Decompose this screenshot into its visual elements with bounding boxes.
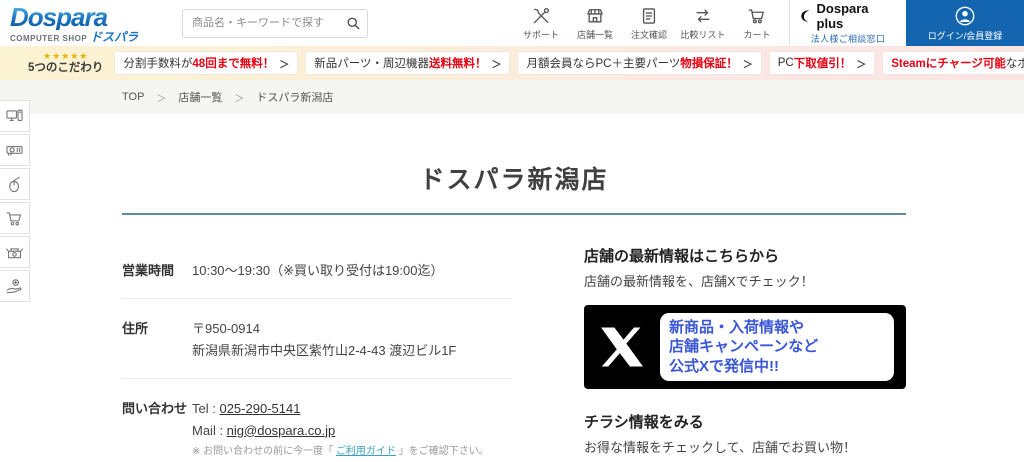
address-label: 住所	[122, 321, 149, 337]
sidebar-item-used[interactable]	[0, 236, 30, 268]
promo-pill-damage-warranty[interactable]: 月額会員ならPC＋主要パーツ 物損保証！＞	[517, 51, 762, 75]
sidebar-item-cart[interactable]	[0, 202, 30, 234]
compare-arrows-icon	[696, 9, 710, 23]
breadcrumb-store-list[interactable]: 店舗一覧	[178, 89, 222, 105]
logo-kana: ドスパラ	[90, 29, 139, 44]
news-subtext: 店舗の最新情報を、店舗Xでチェック！	[584, 274, 814, 289]
user-icon	[955, 6, 975, 25]
address-value: 〒950-0914 新潟県新潟市中央区紫竹山2-4-43 渡辺ビル1F	[192, 318, 456, 361]
five-kodawari[interactable]: ★★★★★ 5つのこだわり	[28, 50, 103, 75]
info-row-hours: 営業時間 10:30〜19:30（※買い取り受付は19:00迄）	[122, 241, 512, 300]
tools-icon	[533, 7, 550, 23]
contact-label: 問い合わせ	[122, 401, 188, 417]
login-button[interactable]: ログイン/会員登録	[906, 0, 1024, 46]
logo-subtitle: COMPUTER SHOP	[10, 33, 88, 43]
usage-guide-link[interactable]: ご利用ガイド	[336, 446, 396, 457]
store-page: ドスパラ新潟店 営業時間 10:30〜19:30（※買い取り受付は19:00迄）…	[0, 114, 1024, 462]
unboxing-icon	[6, 247, 23, 258]
promo-pill-steam-points[interactable]: Steamにチャージ可能なポイント！＞	[882, 51, 1024, 75]
sidebar-item-pc[interactable]	[0, 100, 30, 132]
hours-label: 営業時間	[122, 263, 175, 278]
contact-note: ※ お問い合わせの前に今一度「 ご利用ガイド 」をご確認下さい。	[192, 446, 489, 458]
cart-icon	[748, 9, 764, 23]
breadcrumb: TOP ＞ 店舗一覧 ＞ ドスパラ新潟店	[0, 80, 1024, 114]
x-banner-text: 新商品・入荷情報や 店舗キャンペーンなど 公式Xで発信中!!	[660, 312, 894, 382]
contact-value: Tel : 025-290-5141 Mail : nig@dospara.co…	[192, 398, 489, 460]
search-box	[182, 8, 368, 38]
hours-value: 10:30〜19:30（※買い取り受付は19:00迄）	[192, 263, 444, 278]
dospara-logo[interactable]: Dospara COMPUTER SHOP ドスパラ	[10, 4, 168, 43]
news-heading: 店舗の最新情報はこちらから	[584, 248, 780, 265]
document-icon	[642, 7, 656, 24]
logo-brand: Dospara	[10, 4, 168, 30]
graphics-card-icon	[6, 145, 23, 156]
chevron-right-icon: ＞	[742, 59, 753, 71]
mouse-icon	[9, 176, 20, 192]
breadcrumb-current: ドスパラ新潟店	[256, 92, 334, 104]
desktop-pc-icon	[6, 109, 23, 121]
trade-in-icon	[6, 278, 22, 293]
promo-pill-trade-in[interactable]: PC 下取値引！＞	[768, 51, 876, 75]
x-logo-icon	[601, 327, 643, 367]
dospara-plus-icon	[801, 10, 810, 22]
dospara-plus-link[interactable]: Dospara plus 法人様ご相談窓口	[800, 1, 896, 45]
sidebar-item-buyback[interactable]	[0, 270, 30, 302]
store-news: 店舗の最新情報はこちらから 店舗の最新情報を、店舗Xでチェック！ 新商品・入荷情…	[584, 241, 906, 462]
title-underline	[122, 213, 906, 215]
search-input[interactable]	[182, 8, 368, 38]
site-header: Dospara COMPUTER SHOP ドスパラ サポート 店舗一覧 注文確…	[0, 0, 1024, 46]
page-title: ドスパラ新潟店	[419, 166, 609, 194]
nav-cart[interactable]: カート	[733, 6, 781, 41]
cart-icon	[6, 211, 21, 225]
tel-prefix: Tel :	[192, 401, 220, 417]
info-row-address: 住所 〒950-0914 新潟県新潟市中央区紫竹山2-4-43 渡辺ビル1F	[122, 299, 512, 380]
promo-pill-free-shipping[interactable]: 新品パーツ・周辺機器 送料無料！＞	[305, 51, 511, 75]
chevron-right-icon: ＞	[491, 59, 502, 71]
nav-support[interactable]: サポート	[517, 6, 565, 41]
x-banner[interactable]: 新商品・入荷情報や 店舗キャンペーンなど 公式Xで発信中!!	[584, 305, 906, 389]
store-info: 営業時間 10:30〜19:30（※買い取り受付は19:00迄） 住所 〒950…	[122, 241, 512, 462]
promo-bar: ★★★★★ 5つのこだわり 分割手数料が 48回まで無料！＞ 新品パーツ・周辺機器…	[0, 46, 1024, 80]
breadcrumb-top[interactable]: TOP	[122, 91, 144, 103]
header-nav: サポート 店舗一覧 注文確認 比較リスト カート	[517, 6, 781, 41]
sidebar-item-peripherals[interactable]	[0, 168, 30, 200]
flyer-subtext: お得な情報をチェックして、店舗でお買い物！	[584, 440, 856, 455]
store-icon	[587, 8, 603, 23]
sidebar-item-parts[interactable]	[0, 134, 30, 166]
breadcrumb-separator: ＞	[234, 93, 245, 105]
mail-link[interactable]: nig@dospara.co.jp	[227, 423, 336, 438]
address-zip: 〒950-0914	[192, 321, 260, 337]
address-street: 新潟県新潟市中央区紫竹山2-4-43 渡辺ビル1F	[192, 342, 457, 358]
info-row-contact: 問い合わせ Tel : 025-290-5141 Mail : nig@dosp…	[122, 379, 512, 462]
header-divider	[789, 0, 790, 46]
flyer-heading: チラシ情報をみる	[584, 414, 704, 431]
tel-link[interactable]: 025-290-5141	[219, 401, 300, 416]
nav-compare-list[interactable]: 比較リスト	[679, 6, 727, 41]
nav-order-check[interactable]: 注文確認	[625, 6, 673, 41]
chevron-right-icon: ＞	[279, 59, 290, 71]
nav-store-list[interactable]: 店舗一覧	[571, 6, 619, 41]
promo-pill-installment[interactable]: 分割手数料が 48回まで無料！＞	[114, 51, 299, 75]
star-rating: ★★★★★	[43, 50, 89, 61]
chevron-right-icon: ＞	[856, 59, 867, 71]
mail-prefix: Mail :	[192, 422, 227, 438]
quick-sidebar	[0, 100, 30, 302]
breadcrumb-separator: ＞	[156, 93, 167, 105]
search-icon[interactable]	[346, 16, 361, 31]
